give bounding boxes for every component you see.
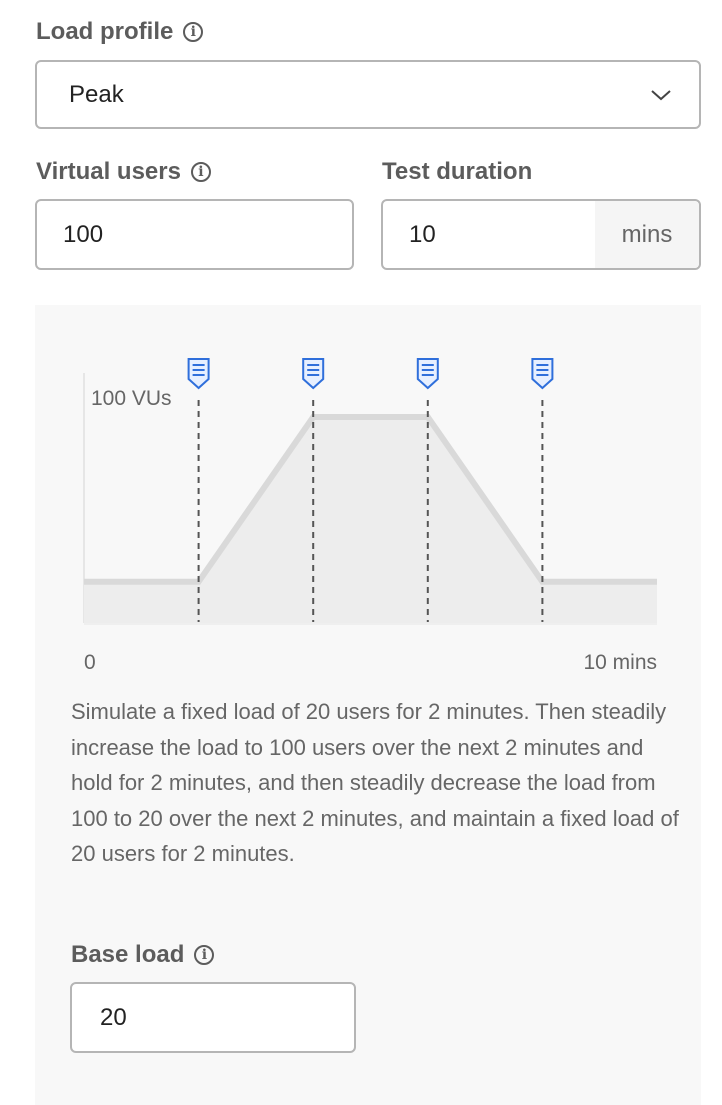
load-chart: 100 VUs 0 10 mins [83, 358, 657, 674]
base-load-value: 20 [100, 1003, 127, 1031]
stage-marker-icon[interactable] [187, 358, 210, 390]
base-load-label-text: Base load [71, 941, 185, 968]
base-load-label: Base load i [71, 941, 215, 969]
stage-marker-icon[interactable] [302, 358, 325, 390]
info-icon[interactable]: i [194, 945, 215, 965]
x-tick-end: 10 mins [583, 651, 657, 674]
stage-marker-icon[interactable] [416, 358, 439, 390]
y-max-label: 100 VUs [91, 387, 172, 410]
load-area [84, 417, 657, 623]
base-load-input[interactable]: 20 [70, 982, 356, 1053]
load-profile-description: Simulate a fixed load of 20 users for 2 … [71, 699, 679, 866]
stage-marker-icon[interactable] [531, 358, 554, 390]
x-tick-start: 0 [84, 651, 96, 674]
